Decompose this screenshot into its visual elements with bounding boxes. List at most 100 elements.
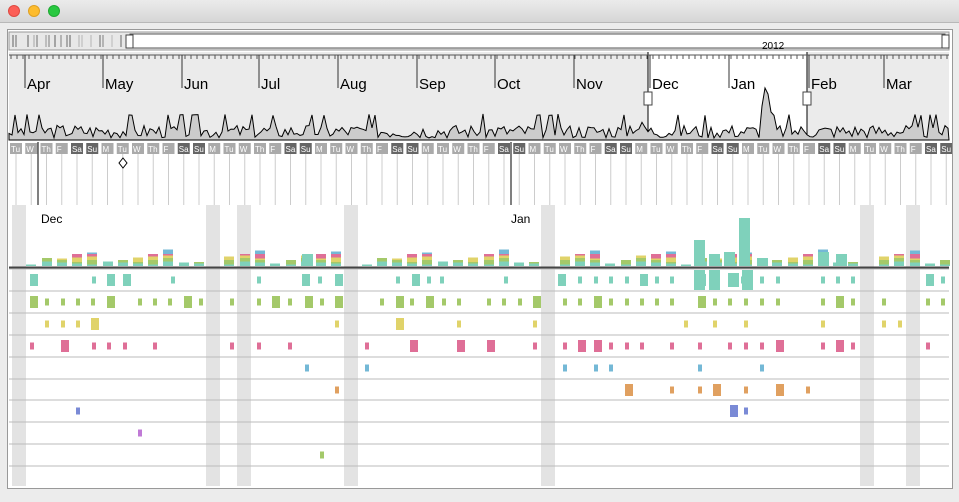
summary-bar-segment[interactable] xyxy=(894,261,904,267)
category-cell[interactable] xyxy=(760,342,764,350)
summary-bar-segment[interactable] xyxy=(575,261,585,267)
category-cell[interactable] xyxy=(563,364,567,372)
summary-bar-segment[interactable] xyxy=(57,258,67,261)
summary-bar-segment[interactable] xyxy=(757,258,768,266)
category-cell[interactable] xyxy=(92,342,96,350)
summary-bar-segment[interactable] xyxy=(590,258,600,261)
summary-bar-segment[interactable] xyxy=(316,260,326,263)
category-cell[interactable] xyxy=(698,296,706,308)
summary-bar-segment[interactable] xyxy=(148,254,158,257)
category-cell[interactable] xyxy=(257,342,261,350)
summary-bar-segment[interactable] xyxy=(818,252,829,266)
summary-bar-segment[interactable] xyxy=(848,262,858,264)
category-cell[interactable] xyxy=(670,386,674,394)
category-cell[interactable] xyxy=(670,342,674,350)
summary-bar-segment[interactable] xyxy=(499,249,509,255)
summary-bar-segment[interactable] xyxy=(605,263,615,267)
category-cell[interactable] xyxy=(272,296,280,308)
category-cell[interactable] xyxy=(61,320,65,328)
summary-bar-segment[interactable] xyxy=(499,255,509,259)
summary-bar-segment[interactable] xyxy=(422,252,432,255)
summary-bar-segment[interactable] xyxy=(651,258,661,261)
category-cell[interactable] xyxy=(457,298,461,306)
summary-bar-segment[interactable] xyxy=(940,260,950,265)
category-cell[interactable] xyxy=(318,276,322,284)
category-cell[interactable] xyxy=(926,342,930,350)
summary-bar-segment[interactable] xyxy=(651,262,661,267)
category-cell[interactable] xyxy=(821,298,825,306)
summary-bar-segment[interactable] xyxy=(590,260,600,263)
summary-bar-segment[interactable] xyxy=(621,264,631,267)
category-cell[interactable] xyxy=(380,298,384,306)
category-cell[interactable] xyxy=(230,298,234,306)
category-cell[interactable] xyxy=(594,296,602,308)
summary-bar-segment[interactable] xyxy=(894,258,904,262)
category-cell[interactable] xyxy=(926,274,934,286)
category-cell[interactable] xyxy=(760,298,764,306)
summary-bar-segment[interactable] xyxy=(848,263,858,267)
summary-bar-segment[interactable] xyxy=(879,256,889,261)
category-cell[interactable] xyxy=(625,276,629,284)
summary-bar-segment[interactable] xyxy=(331,254,341,258)
category-cell[interactable] xyxy=(760,276,764,284)
category-cell[interactable] xyxy=(153,298,157,306)
category-cell[interactable] xyxy=(609,342,613,350)
summary-bar-segment[interactable] xyxy=(286,264,296,267)
category-cell[interactable] xyxy=(709,270,720,290)
category-cell[interactable] xyxy=(670,276,674,284)
summary-bar-segment[interactable] xyxy=(438,261,448,267)
category-cell[interactable] xyxy=(396,296,404,308)
category-cell[interactable] xyxy=(760,364,764,372)
summary-bar-segment[interactable] xyxy=(302,254,313,266)
summary-bar-segment[interactable] xyxy=(148,256,158,261)
category-cell[interactable] xyxy=(776,384,784,396)
summary-bar-segment[interactable] xyxy=(392,262,402,267)
summary-bar-segment[interactable] xyxy=(422,254,432,257)
category-cell[interactable] xyxy=(171,276,175,284)
summary-bar-segment[interactable] xyxy=(148,260,158,265)
summary-bar-segment[interactable] xyxy=(163,261,173,267)
summary-bar-segment[interactable] xyxy=(331,257,341,263)
summary-bar-segment[interactable] xyxy=(422,256,432,261)
summary-bar-segment[interactable] xyxy=(240,255,250,259)
category-cell[interactable] xyxy=(320,298,324,306)
summary-bar-segment[interactable] xyxy=(163,254,173,256)
category-cell[interactable] xyxy=(30,342,34,350)
category-cell[interactable] xyxy=(851,276,855,284)
summary-bar-segment[interactable] xyxy=(560,260,570,265)
category-cell[interactable] xyxy=(302,274,310,286)
summary-bar-segment[interactable] xyxy=(788,262,798,264)
summary-bar-segment[interactable] xyxy=(468,263,478,267)
summary-bar-segment[interactable] xyxy=(87,264,97,267)
zoom-window-button[interactable] xyxy=(48,5,60,17)
summary-bar-segment[interactable] xyxy=(255,254,265,259)
summary-bar-segment[interactable] xyxy=(255,250,265,255)
category-cell[interactable] xyxy=(533,296,541,308)
category-cell[interactable] xyxy=(168,298,172,306)
category-cell[interactable] xyxy=(698,364,702,372)
summary-bar-segment[interactable] xyxy=(224,260,234,265)
category-cell[interactable] xyxy=(744,407,748,415)
summary-bar-segment[interactable] xyxy=(739,218,750,266)
category-cell[interactable] xyxy=(609,364,613,372)
category-cell[interactable] xyxy=(640,274,648,286)
category-cell[interactable] xyxy=(655,298,659,306)
summary-bar-segment[interactable] xyxy=(422,264,432,267)
summary-bar-segment[interactable] xyxy=(57,260,67,263)
summary-bar-segment[interactable] xyxy=(836,254,847,266)
summary-bar-segment[interactable] xyxy=(316,254,326,259)
summary-bar-segment[interactable] xyxy=(724,252,735,266)
category-cell[interactable] xyxy=(138,429,142,437)
category-cell[interactable] xyxy=(744,320,748,328)
category-cell[interactable] xyxy=(694,270,705,290)
category-cell[interactable] xyxy=(518,298,522,306)
summary-bar-segment[interactable] xyxy=(468,262,478,264)
summary-bar-segment[interactable] xyxy=(772,260,782,263)
category-cell[interactable] xyxy=(698,342,702,350)
category-cell[interactable] xyxy=(713,320,717,328)
category-cell[interactable] xyxy=(305,296,313,308)
category-cell[interactable] xyxy=(776,340,784,352)
category-cell[interactable] xyxy=(533,342,537,350)
category-cell[interactable] xyxy=(655,276,659,284)
summary-bar-segment[interactable] xyxy=(910,254,920,259)
